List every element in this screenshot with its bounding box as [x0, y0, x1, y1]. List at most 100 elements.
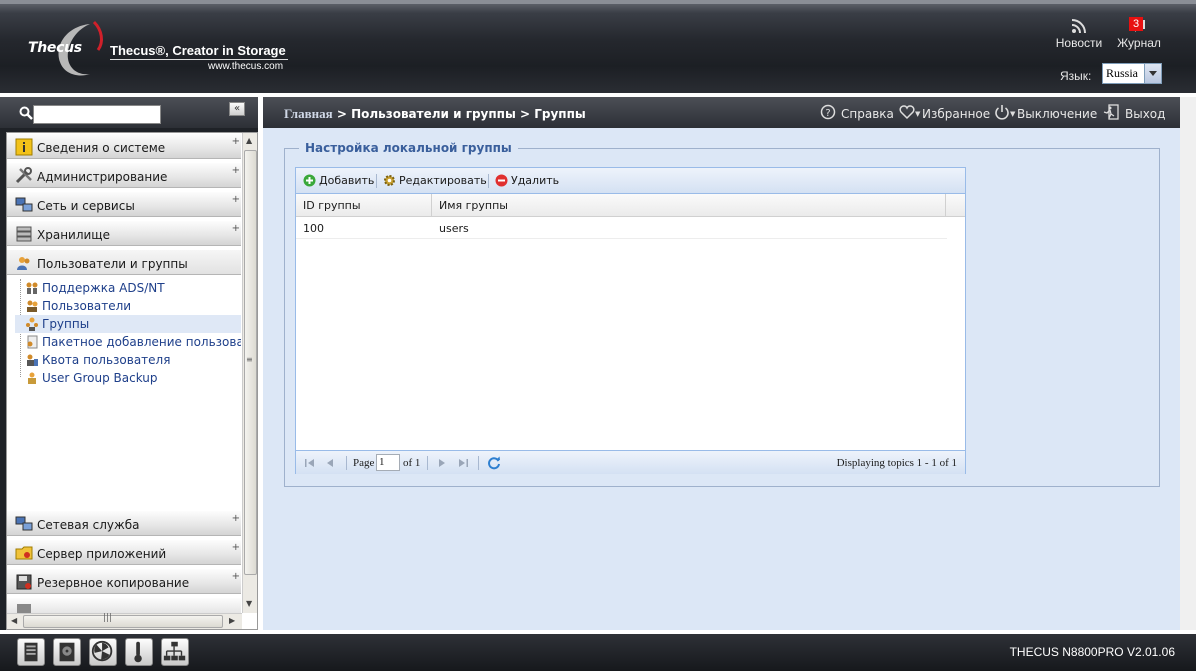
nav-item-label: Пакетное добавление пользователей	[42, 335, 241, 349]
network-status-button[interactable]	[161, 638, 189, 666]
nav-section-backup[interactable]: Резервное копирование +	[7, 568, 241, 594]
displaying-topics-label: Displaying topics 1 - 1 of 1	[836, 457, 957, 469]
breadcrumb-home-link[interactable]: Главная	[284, 106, 333, 121]
search-input[interactable]	[33, 105, 161, 124]
fan-status-button[interactable]	[89, 638, 117, 666]
page-number-input[interactable]: 1	[376, 454, 400, 471]
grid-pager: Page 1 of 1 Displaying topics 1 - 1 of 1	[296, 450, 965, 474]
nav-item-label: Квота пользователя	[42, 353, 171, 367]
sidebar-horizontal-scrollbar[interactable]: ◀ ||| ▶	[7, 613, 242, 629]
main-toolbar: Главная > Пользователи и группы > Группы…	[263, 97, 1180, 128]
column-header-group-name[interactable]: Имя группы	[432, 194, 946, 217]
next-page-icon[interactable]	[436, 457, 448, 469]
nav-item-label: Пользователи	[42, 299, 132, 313]
local-group-panel: Настройка локальной группы Добавить Реда…	[284, 141, 1160, 487]
column-header-group-id[interactable]: ID группы	[296, 194, 432, 217]
temperature-status-button[interactable]	[125, 638, 153, 666]
collapse-sidebar-button[interactable]: «	[229, 102, 245, 116]
nav-section-network[interactable]: Сеть и сервисы +	[7, 191, 241, 217]
log-count-badge: 3	[1129, 17, 1143, 31]
expand-icon[interactable]: +	[232, 542, 240, 553]
info-icon	[15, 138, 33, 156]
user-icon	[27, 300, 38, 312]
nav-section-administration[interactable]: Администрирование +	[7, 162, 241, 188]
nav-item-ads-nt[interactable]: Поддержка ADS/NT	[15, 279, 241, 297]
thermometer-icon	[134, 641, 142, 663]
expand-icon[interactable]: +	[232, 194, 240, 205]
heart-icon	[899, 105, 915, 120]
log-label: Журнал	[1117, 36, 1161, 50]
power-icon	[995, 105, 1009, 120]
server-status-button[interactable]	[17, 638, 45, 666]
sidebar-search-bar: «	[0, 97, 258, 128]
logo-brand: Thecus	[28, 40, 82, 56]
gear-icon	[384, 175, 395, 186]
sidebar-vertical-scrollbar[interactable]: ▲ ≡ ▼	[242, 133, 257, 613]
nav-item-user-group-backup[interactable]: User Group Backup	[15, 369, 241, 387]
page-count-label: of 1	[403, 457, 421, 469]
news-button[interactable]: Новости	[1054, 18, 1104, 50]
prev-page-icon[interactable]	[324, 457, 336, 469]
delete-icon	[495, 174, 508, 187]
nav-section-users-groups[interactable]: Пользователи и группы	[7, 249, 241, 275]
storage-icon	[16, 226, 32, 242]
nav-section-label: Резервное копирование	[37, 576, 190, 590]
pager-separator	[478, 456, 479, 470]
network-tree-icon	[163, 641, 186, 661]
batch-icon	[27, 335, 38, 349]
scroll-down-icon[interactable]: ▼	[246, 599, 252, 608]
expand-icon[interactable]: +	[232, 571, 240, 582]
scroll-up-icon[interactable]: ▲	[246, 136, 252, 145]
scroll-right-icon[interactable]: ▶	[229, 616, 235, 625]
nav-section-storage[interactable]: Хранилище +	[7, 220, 241, 246]
rss-icon	[1071, 19, 1086, 34]
nav-item-users[interactable]: Пользователи	[15, 297, 241, 315]
expand-icon[interactable]: +	[232, 136, 240, 147]
expand-icon[interactable]: +	[232, 223, 240, 234]
nav-item-groups[interactable]: Группы	[15, 315, 241, 333]
nav-section-network-service[interactable]: Сетевая служба +	[7, 510, 241, 536]
tools-icon	[15, 167, 32, 184]
first-page-icon[interactable]	[304, 457, 316, 469]
nav-item-quota[interactable]: Квота пользователя	[15, 351, 241, 369]
language-select[interactable]: Russia	[1102, 63, 1162, 84]
pager-separator	[346, 456, 347, 470]
nav-section-label: Хранилище	[37, 228, 110, 242]
help-label: Справка	[841, 107, 894, 121]
app-server-icon	[15, 546, 33, 560]
backup-icon	[28, 372, 36, 384]
last-page-icon[interactable]	[457, 457, 469, 469]
backup-copy-icon	[16, 574, 32, 590]
breadcrumb: Главная > Пользователи и группы > Группы	[284, 106, 586, 122]
disk-status-button[interactable]	[53, 638, 81, 666]
chevron-down-icon: ▼	[1010, 110, 1016, 118]
main-content: Главная > Пользователи и группы > Группы…	[263, 97, 1180, 630]
add-icon	[303, 174, 316, 187]
toolbar-separator	[376, 174, 377, 188]
scroll-left-icon[interactable]: ◀	[11, 616, 17, 625]
expand-icon[interactable]: +	[232, 165, 240, 176]
favorites-label: Избранное	[922, 107, 991, 121]
sidebar: « Сведения о системе + Администрирование…	[0, 97, 258, 630]
search-icon	[19, 106, 33, 120]
exit-icon	[1103, 104, 1119, 120]
nav-section-app-server[interactable]: Сервер приложений +	[7, 539, 241, 565]
users-icon	[17, 257, 30, 270]
table-row[interactable]: 100 users	[296, 218, 947, 239]
network-service-icon	[15, 516, 33, 531]
edit-label: Редактировать	[399, 174, 487, 187]
grid-header: ID группы Имя группы	[296, 194, 965, 217]
nav-section-system-info[interactable]: Сведения о системе +	[7, 133, 241, 159]
fan-icon	[91, 640, 113, 662]
header: Thecus Thecus®, Creator in Storage www.t…	[0, 0, 1196, 93]
group-icon	[26, 317, 38, 331]
expand-icon[interactable]: +	[232, 513, 240, 524]
chevron-down-icon[interactable]	[1144, 64, 1161, 83]
scroll-thumb[interactable]	[23, 615, 223, 628]
nav-section-label: Сервер приложений	[37, 547, 167, 561]
refresh-icon[interactable]	[487, 456, 501, 470]
nav-item-batch-add[interactable]: Пакетное добавление пользователей	[15, 333, 241, 351]
logout-label: Выход	[1125, 107, 1166, 121]
ads-icon	[26, 282, 38, 294]
group-grid: Добавить Редактировать Удалить ID группы…	[295, 167, 966, 474]
